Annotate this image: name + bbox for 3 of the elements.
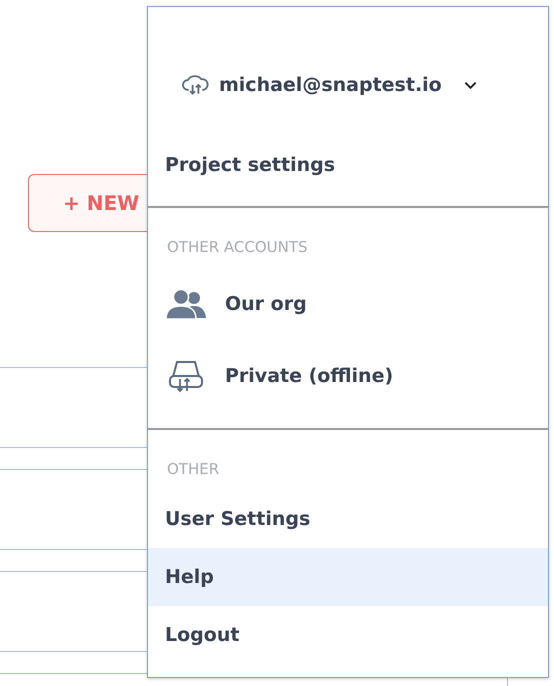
section-heading: OTHER ACCOUNTS bbox=[166, 237, 309, 258]
section-heading: OTHER bbox=[166, 459, 220, 480]
account-email: michael@snaptest.io bbox=[219, 74, 442, 96]
